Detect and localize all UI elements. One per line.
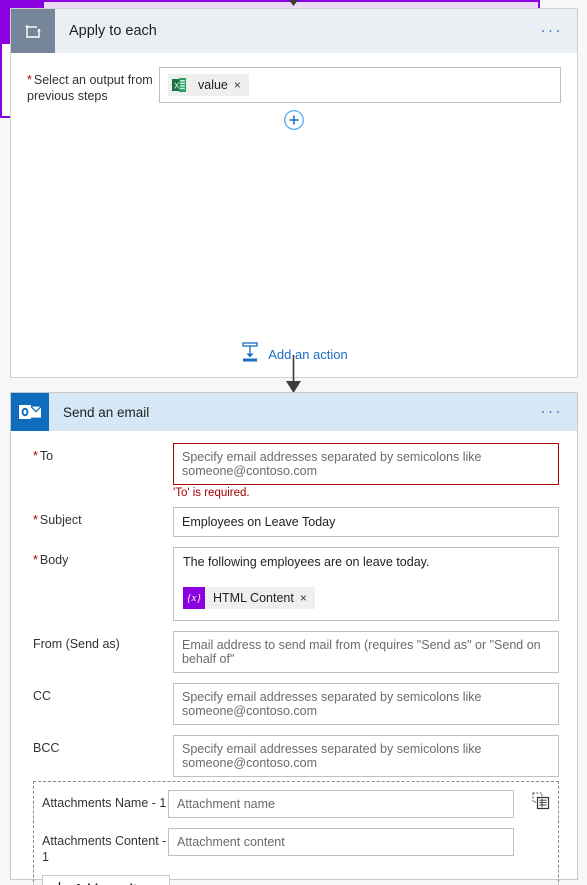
bcc-row: BCC Specify email addresses separated by… — [33, 735, 559, 777]
loop-icon — [11, 9, 55, 53]
token-remove-icon[interactable]: × — [300, 591, 315, 605]
to-row: To Specify email addresses separated by … — [33, 443, 559, 485]
cc-input[interactable]: Specify email addresses separated by sem… — [173, 683, 559, 725]
from-label: From (Send as) — [33, 637, 120, 651]
to-error-message: 'To' is required. — [173, 487, 250, 499]
attachment-content-row: Attachments Content - 1 Attachment conte… — [42, 828, 548, 865]
svg-text:X: X — [174, 81, 180, 90]
flow-designer-canvas: Apply to each ··· Select an output from … — [0, 0, 587, 885]
attachment-name-label: Attachments Name - 1 — [42, 796, 167, 810]
attachment-name-input[interactable]: Attachment name — [168, 790, 514, 818]
apply-to-each-header[interactable]: Apply to each ··· — [11, 9, 577, 53]
token-remove-icon[interactable]: × — [234, 78, 249, 92]
outlook-icon — [11, 393, 49, 431]
connector-arrow-top — [0, 0, 587, 8]
apply-to-each-body: Select an output from previous steps — [11, 53, 577, 379]
token-value-label: value — [198, 78, 228, 92]
add-step-plus-icon[interactable] — [283, 109, 305, 131]
select-output-input[interactable]: X value × — [159, 67, 561, 103]
bcc-label: BCC — [33, 741, 60, 755]
cc-row: CC Specify email addresses separated by … — [33, 683, 559, 725]
connector-arrow-middle — [0, 355, 587, 395]
token-value[interactable]: X value × — [168, 74, 249, 96]
send-an-email-body: To Specify email addresses separated by … — [11, 431, 577, 885]
from-input[interactable]: Email address to send mail from (require… — [173, 631, 559, 673]
apply-to-each-menu-button[interactable]: ··· — [541, 23, 564, 38]
subject-row: Subject Employees on Leave Today — [33, 507, 559, 537]
add-new-item-button[interactable]: Add new item — [42, 875, 171, 885]
apply-to-each-card: Apply to each ··· Select an output from … — [10, 8, 578, 378]
attachments-group: Attachments Name - 1 Attachment name Att… — [33, 781, 559, 885]
body-row: Body The following employees are on leav… — [33, 547, 559, 621]
apply-to-each-title: Apply to each — [69, 23, 157, 39]
body-input[interactable]: The following employees are on leave tod… — [173, 547, 559, 621]
token-html-content-label: HTML Content — [213, 591, 294, 605]
to-input[interactable]: Specify email addresses separated by sem… — [173, 443, 559, 485]
bcc-input[interactable]: Specify email addresses separated by sem… — [173, 735, 559, 777]
body-label: Body — [33, 547, 173, 568]
insert-step-row — [11, 109, 577, 131]
token-html-content[interactable]: {x} HTML Content × — [183, 587, 315, 609]
subject-label: Subject — [33, 507, 173, 528]
subject-input[interactable]: Employees on Leave Today — [173, 507, 559, 537]
to-label: To — [33, 443, 173, 464]
send-an-email-title: Send an email — [63, 404, 150, 420]
select-output-row: Select an output from previous steps — [27, 67, 561, 104]
select-output-label: Select an output from previous steps — [27, 67, 159, 104]
send-an-email-menu-button[interactable]: ··· — [541, 404, 564, 419]
array-picker-icon[interactable] — [532, 792, 550, 810]
cc-label: CC — [33, 689, 52, 703]
attachment-name-row: Attachments Name - 1 Attachment name — [42, 790, 548, 818]
attachment-content-label: Attachments Content - 1 — [42, 834, 167, 864]
from-row: From (Send as) Email address to send mai… — [33, 631, 559, 673]
body-text: The following employees are on leave tod… — [183, 555, 430, 569]
plus-icon — [53, 881, 66, 885]
excel-icon: X — [168, 74, 190, 96]
variable-icon: {x} — [183, 587, 205, 609]
attachment-content-input[interactable]: Attachment content — [168, 828, 514, 856]
send-an-email-card: Send an email ··· To Specify email addre… — [10, 392, 578, 885]
send-an-email-header[interactable]: Send an email ··· — [11, 393, 577, 431]
